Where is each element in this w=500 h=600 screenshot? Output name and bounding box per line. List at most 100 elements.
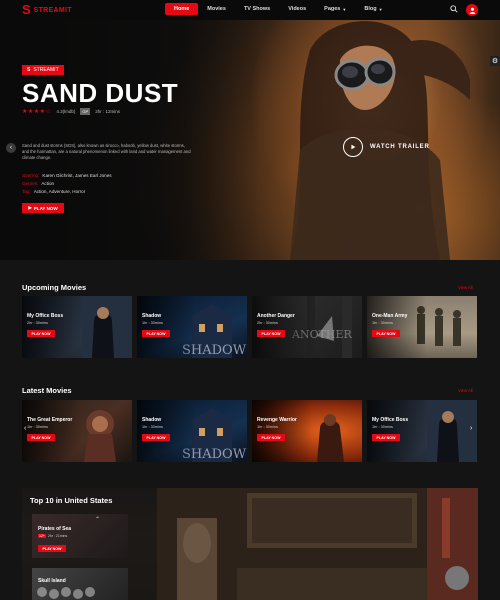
movie-poster: [37, 587, 95, 599]
logo[interactable]: S STREAMIT: [22, 3, 72, 16]
top10-card-2[interactable]: Skull Island: [32, 568, 128, 600]
hero-tag-label: STREAMIT: [33, 67, 59, 73]
play-label: PLAY NOW: [376, 331, 396, 336]
age-rating-badge: 12+: [38, 534, 46, 538]
gear-icon[interactable]: ⚙: [490, 56, 500, 66]
nav-label: Videos: [288, 6, 307, 12]
card-meta: 2hr : 30mins: [257, 321, 278, 325]
chevron-right-icon[interactable]: ›: [470, 425, 472, 432]
credit-row: Starring: Karen Gilchrist, James Earl Jon…: [22, 172, 112, 180]
nav-label: Blog: [364, 6, 377, 12]
play-label: PLAY NOW: [33, 205, 58, 211]
nav-item-tv-shows[interactable]: TV Shows: [235, 3, 279, 15]
nav-item-videos[interactable]: Videos: [279, 3, 315, 15]
nav-item-pages[interactable]: Pages ▼: [315, 3, 355, 15]
play-label: PLAY NOW: [376, 435, 396, 440]
upcoming-card-3[interactable]: ANOTHER Another Danger 2hr : 30mins PLAY…: [252, 296, 362, 358]
upcoming-view-all-link[interactable]: View All: [458, 285, 473, 290]
credit-row: Tag: Action, Adventure, Horror: [22, 188, 112, 196]
age-rating-badge: GP: [80, 108, 91, 115]
credit-label: Tag:: [22, 189, 31, 194]
card-title: My Office Boss: [27, 313, 64, 319]
card-meta: 1hr : 30mins: [257, 425, 278, 429]
play-icon: ▶: [28, 205, 32, 210]
card-play-button[interactable]: PLAY NOW: [27, 434, 55, 441]
top10-card-1[interactable]: Pirates of Sea 12+ 2hr : 21mins PLAY NOW: [32, 514, 128, 558]
search-icon[interactable]: [450, 5, 458, 13]
chevron-down-icon: ▼: [342, 6, 347, 12]
hero-text-overlay: [0, 20, 260, 260]
top10-section: Top 10 in United States Pirates of Sea 1…: [22, 488, 478, 600]
card-meta: 2hr : 30mins: [27, 321, 48, 325]
rating-stars: ★★★★☆: [22, 109, 52, 115]
play-label: PLAY NOW: [31, 435, 51, 440]
card-meta: 1hr : 30mins: [372, 321, 393, 325]
card-play-button[interactable]: PLAY NOW: [257, 330, 285, 337]
upcoming-card-1[interactable]: My Office Boss 2hr : 30mins PLAY NOW: [22, 296, 132, 358]
card-title: Pirates of Sea: [38, 526, 72, 532]
latest-view-all-link[interactable]: View All: [458, 388, 473, 393]
watch-trailer-button[interactable]: [343, 137, 363, 157]
credit-value: Action, Adventure, Horror: [33, 189, 86, 194]
card-title: Another Danger: [257, 313, 295, 319]
latest-card-3[interactable]: Revenge Warrior 1hr : 30mins PLAY NOW: [252, 400, 362, 462]
latest-card-4[interactable]: My Office Boss 1hr : 30mins PLAY NOW: [367, 400, 477, 462]
card-title: Skull Island: [38, 578, 66, 584]
upcoming-card-4[interactable]: One-Man Army 1hr : 30mins PLAY NOW: [367, 296, 477, 358]
card-title: Shadow: [142, 313, 162, 319]
latest-section-title: Latest Movies: [22, 386, 72, 395]
play-icon: [351, 144, 356, 150]
play-label: PLAY NOW: [146, 331, 166, 336]
card-title: My Office Boss: [372, 417, 409, 423]
play-label: PLAY NOW: [42, 546, 62, 551]
card-play-button[interactable]: PLAY NOW: [372, 330, 400, 337]
chevron-left-icon[interactable]: ‹: [24, 425, 26, 432]
nav-item-home[interactable]: Home: [165, 3, 199, 15]
play-now-button[interactable]: ▶ PLAY NOW: [22, 203, 64, 213]
duration: 2hr : 12mins: [95, 109, 120, 114]
play-label: PLAY NOW: [261, 331, 281, 336]
card-play-button[interactable]: PLAY NOW: [142, 434, 170, 441]
nav-label: TV Shows: [243, 6, 271, 12]
nav-label: Home: [174, 6, 190, 12]
card-meta: 12+ 2hr : 21mins: [38, 534, 67, 538]
hero-meta: ★★★★☆ 4.3(lmdb) GP 2hr : 12mins: [22, 108, 120, 115]
nav-item-movies[interactable]: Movies: [198, 3, 235, 15]
duration: 2hr : 21mins: [47, 534, 68, 538]
main-menu: Home Movies TV Shows Videos Pages ▼ Blog ▼: [165, 3, 392, 15]
card-title: One-Man Army: [372, 313, 408, 319]
top10-title: Top 10 in United States: [30, 496, 113, 505]
credit-value: Karen Gilchrist, James Earl Jones: [42, 173, 112, 178]
card-shade: [367, 296, 427, 358]
card-play-button[interactable]: PLAY NOW: [372, 434, 400, 441]
credit-value: Action: [41, 181, 55, 186]
chevron-left-icon[interactable]: ‹: [6, 143, 16, 153]
credit-label: Genres:: [22, 181, 39, 186]
card-shade: [367, 400, 427, 462]
play-label: PLAY NOW: [261, 435, 281, 440]
hero-brand-tag: S STREAMIT: [22, 65, 64, 75]
latest-card-2[interactable]: SHADOW Shadow 1hr : 30mins PLAY NOW: [137, 400, 247, 462]
hero-description: Sand and dust storms (SDS), also known a…: [22, 143, 191, 160]
nav-item-blog[interactable]: Blog ▼: [355, 3, 391, 15]
card-play-button[interactable]: PLAY NOW: [257, 434, 285, 441]
upcoming-card-2[interactable]: SHADOW Shadow 1hr : 30mins PLAY NOW: [137, 296, 247, 358]
card-shade: [252, 400, 312, 462]
card-play-button[interactable]: PLAY NOW: [142, 330, 170, 337]
hero-image: [290, 21, 470, 260]
card-play-button[interactable]: PLAY NOW: [38, 545, 66, 552]
card-play-button[interactable]: PLAY NOW: [27, 330, 55, 337]
user-icon[interactable]: [466, 4, 478, 16]
card-shade: [22, 296, 82, 358]
card-shade: [137, 296, 197, 358]
upcoming-section-title: Upcoming Movies: [22, 283, 87, 292]
logo-text: STREAMIT: [33, 6, 72, 14]
chevron-up-icon[interactable]: ⌃: [95, 516, 100, 523]
play-label: PLAY NOW: [146, 435, 166, 440]
nav-label: Movies: [207, 6, 226, 12]
brand-mark-icon: S: [27, 67, 31, 73]
watch-trailer-label[interactable]: WATCH TRAILER: [370, 144, 430, 150]
card-meta: 1hr : 30mins: [372, 425, 393, 429]
hero-title: SAND DUST: [22, 78, 179, 108]
latest-card-1[interactable]: The Great Emperor 1hr : 30mins PLAY NOW: [22, 400, 132, 462]
